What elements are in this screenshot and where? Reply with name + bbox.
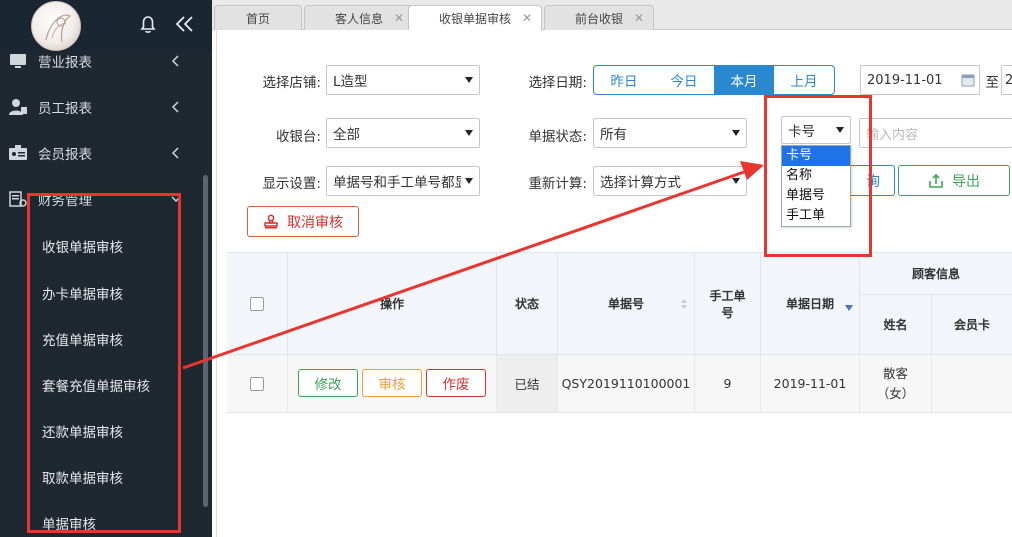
staff-icon: [8, 97, 28, 117]
header-op: 操作: [288, 253, 497, 355]
id-card-icon: [8, 143, 28, 163]
avatar[interactable]: [31, 1, 81, 51]
recalc-label: 重新计算:: [528, 176, 587, 192]
export-icon: [928, 173, 944, 189]
table-row-member-card: [932, 355, 1012, 413]
monitor-icon: [8, 51, 28, 71]
table-row-manual-no: 9: [695, 355, 761, 413]
sidebar-item-member-report[interactable]: 会员报表: [0, 138, 200, 168]
header-bill-date[interactable]: 单据日期: [761, 253, 860, 355]
search-input[interactable]: 输入内容: [859, 118, 1012, 148]
yesterday-button[interactable]: 昨日: [594, 66, 654, 94]
void-button[interactable]: 作废: [426, 369, 486, 397]
caret-down-icon: [732, 178, 740, 184]
annotation-box-dropdown: [764, 95, 872, 257]
table-row-select-cell: [227, 355, 288, 413]
select-all-checkbox[interactable]: [250, 296, 264, 311]
finance-icon: [8, 189, 28, 209]
display-label: 显示设置:: [262, 176, 321, 192]
chevron-left-icon: [170, 52, 182, 70]
date-to-input[interactable]: 2: [1001, 65, 1012, 95]
header-manual-no: 手工单号: [695, 253, 761, 355]
bills-table: 操作 状态 单据号 手工单号 单据日期 顾客信息 姓名 会员卡 修改 审核 作废…: [227, 252, 1012, 413]
table-row-name: 散客（女）: [860, 355, 932, 413]
header-member-card: 会员卡: [932, 295, 1012, 355]
tab-customer-info[interactable]: 客人信息 ✕: [304, 5, 414, 30]
table-row-actions: 修改 审核 作废: [288, 355, 497, 413]
tab-home[interactable]: 首页: [214, 5, 302, 30]
cashier-select[interactable]: 全部: [326, 118, 480, 148]
caret-down-icon: [465, 130, 473, 136]
store-select[interactable]: L造型: [326, 65, 480, 95]
sort-desc-icon[interactable]: [845, 301, 853, 315]
caret-down-icon: [465, 77, 473, 83]
collapse-sidebar-icon[interactable]: [172, 12, 198, 36]
caret-down-icon: [465, 178, 473, 184]
edit-button[interactable]: 修改: [298, 369, 358, 397]
tab-front-cashier[interactable]: 前台收银 ✕: [544, 5, 654, 30]
header-bill-no[interactable]: 单据号: [558, 253, 695, 355]
recalc-select[interactable]: 选择计算方式: [593, 166, 747, 196]
row-checkbox[interactable]: [250, 376, 264, 391]
cashier-label: 收银台:: [275, 129, 321, 145]
calendar-icon[interactable]: [961, 73, 975, 91]
table-row-bill-no: QSY2019110100001: [558, 355, 695, 413]
chevron-left-icon: [170, 98, 182, 116]
stamp-icon: [263, 214, 279, 230]
today-button[interactable]: 今日: [654, 66, 714, 94]
header-customer-group: 顾客信息: [860, 253, 1012, 295]
select-all-cell: [227, 253, 288, 355]
main-panel: 选择店铺: L造型 选择日期: 昨日 今日 本月 上月 2019-11-01 至…: [216, 30, 1012, 537]
store-label: 选择店铺:: [262, 75, 321, 91]
bell-icon[interactable]: [136, 12, 160, 36]
sidebar-item-business-report[interactable]: 营业报表: [0, 46, 200, 76]
tab-bar: 首页 客人信息 ✕ 收银单据审核 ✕ 前台收银 ✕: [212, 0, 1012, 31]
display-select[interactable]: 单据号和手工单号都显示: [326, 166, 480, 196]
date-to-label: 至: [985, 75, 1000, 91]
annotation-box-sidebar: [27, 193, 181, 533]
this-month-button[interactable]: 本月: [714, 66, 774, 94]
close-icon[interactable]: ✕: [394, 11, 404, 25]
sort-icon[interactable]: [680, 297, 688, 314]
header-status: 状态: [497, 253, 558, 355]
close-icon[interactable]: ✕: [634, 11, 644, 25]
close-icon[interactable]: ✕: [522, 11, 532, 25]
status-select[interactable]: 所有: [593, 118, 747, 148]
last-month-button[interactable]: 上月: [774, 66, 834, 94]
sidebar-item-staff-report[interactable]: 员工报表: [0, 92, 200, 122]
sidebar-scrollbar[interactable]: [203, 175, 208, 507]
table-row-bill-date: 2019-11-01: [761, 355, 860, 413]
caret-down-icon: [732, 130, 740, 136]
cancel-audit-button[interactable]: 取消审核: [247, 206, 359, 237]
sidebar-header: [0, 0, 212, 52]
date-range-buttons: 昨日 今日 本月 上月: [593, 65, 835, 95]
chevron-left-icon: [170, 144, 182, 162]
date-from-input[interactable]: 2019-11-01: [860, 65, 980, 95]
export-button[interactable]: 导出: [898, 165, 1010, 196]
table-row-status: 已结: [497, 355, 558, 413]
tab-cash-audit[interactable]: 收银单据审核 ✕: [408, 5, 542, 31]
audit-button[interactable]: 审核: [362, 369, 422, 397]
date-label: 选择日期:: [528, 75, 587, 91]
status-label: 单据状态:: [528, 129, 587, 145]
header-name: 姓名: [860, 295, 932, 355]
